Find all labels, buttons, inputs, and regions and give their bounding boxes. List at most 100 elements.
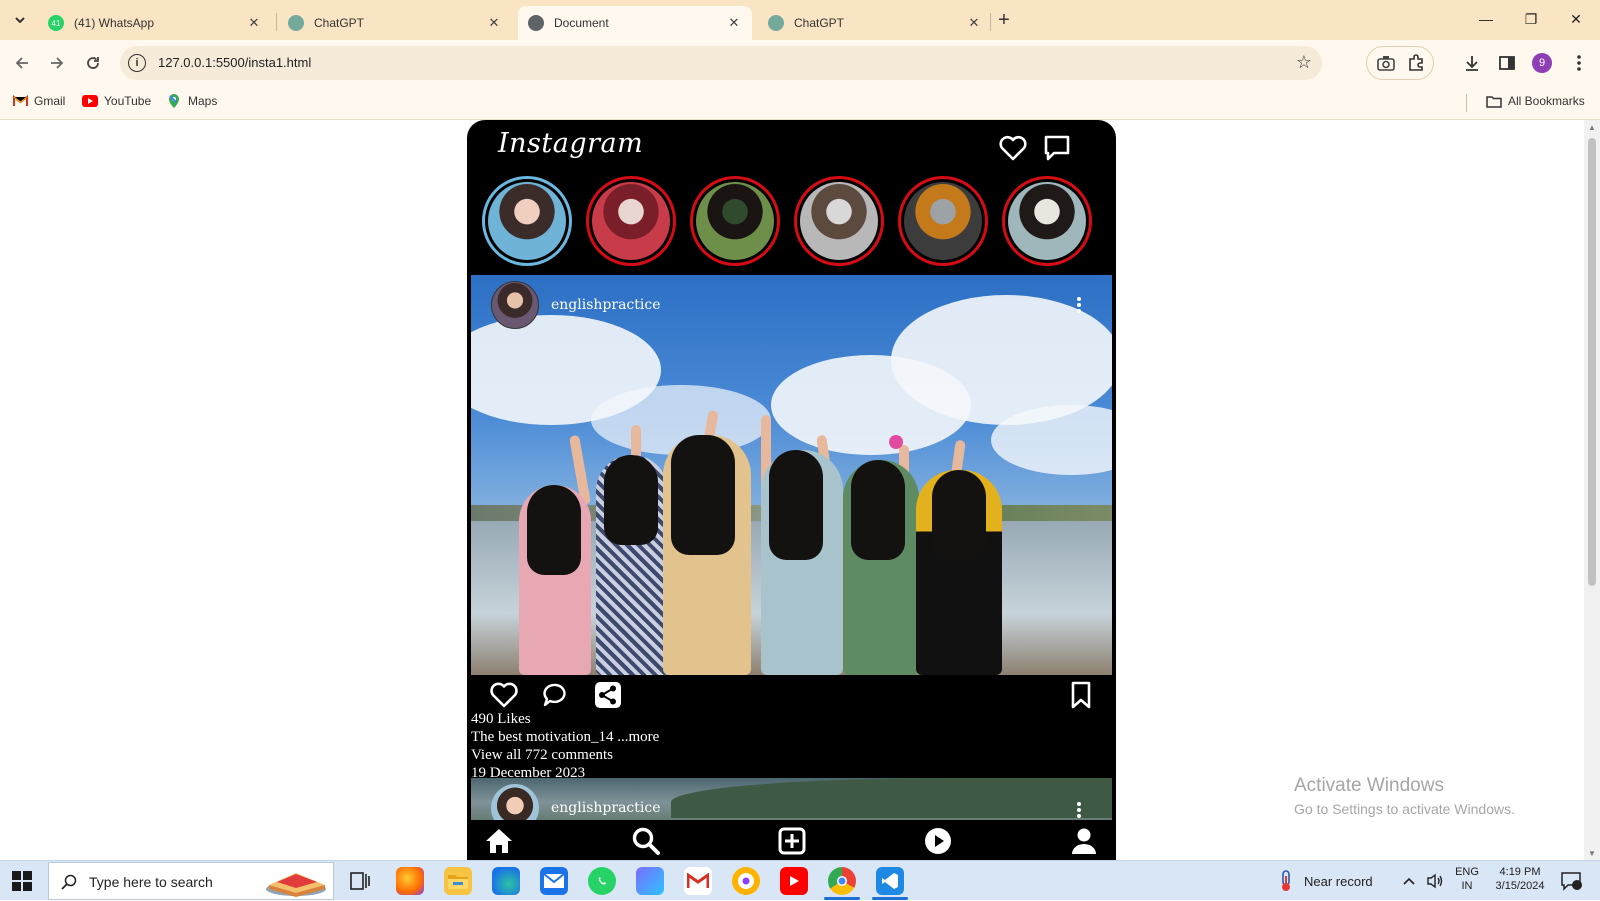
firefox-icon[interactable] — [396, 867, 424, 895]
bookmark-maps[interactable]: Maps — [166, 94, 217, 108]
share-icon[interactable] — [593, 680, 623, 710]
downloads-icon[interactable] — [1461, 52, 1483, 74]
minimize-button[interactable]: — — [1472, 8, 1500, 30]
bookmark-star-icon[interactable]: ☆ — [1296, 52, 1312, 73]
tab-title: (41) WhatsApp — [74, 16, 155, 30]
camera-icon[interactable] — [1375, 52, 1397, 74]
globe-icon — [528, 15, 544, 31]
hair — [851, 460, 905, 560]
story-image — [592, 182, 670, 260]
ig-logo: Instagram — [498, 128, 644, 159]
scroll-down-arrow[interactable]: ▼ — [1587, 848, 1597, 858]
close-window-button[interactable]: ✕ — [1562, 8, 1590, 30]
tab-document[interactable]: Document ✕ — [518, 6, 752, 40]
home-icon[interactable] — [484, 826, 514, 856]
clock[interactable]: 4:19 PM 3/15/2024 — [1488, 866, 1552, 892]
comment-icon[interactable] — [541, 680, 571, 710]
tab-chatgpt-2[interactable]: ChatGPT ✕ — [758, 6, 992, 40]
file-explorer-icon[interactable] — [444, 867, 472, 895]
post-caption[interactable]: The best motivation_14 ...more — [471, 728, 1112, 746]
story-avatar[interactable] — [1002, 176, 1092, 266]
side-panel-icon[interactable] — [1496, 52, 1518, 74]
vscode-icon[interactable] — [876, 867, 904, 895]
tab-whatsapp[interactable]: 41 (41) WhatsApp ✕ — [38, 6, 272, 40]
hair — [769, 450, 823, 560]
weather-widget[interactable]: Near record — [1276, 861, 1373, 901]
reload-button[interactable] — [81, 51, 105, 75]
likes-count[interactable]: 490 Likes — [471, 710, 1112, 728]
create-post-icon[interactable] — [777, 826, 807, 856]
copilot-icon[interactable] — [636, 867, 664, 895]
site-info-icon[interactable]: i — [128, 54, 146, 72]
kebab-menu-icon[interactable] — [1568, 52, 1590, 74]
hair — [527, 485, 581, 575]
edge-icon[interactable] — [492, 867, 520, 895]
post-avatar[interactable] — [491, 281, 539, 329]
new-tab-button[interactable]: + — [992, 9, 1016, 31]
close-tab-icon[interactable]: ✕ — [486, 15, 502, 31]
search-icon[interactable] — [631, 826, 661, 856]
page-viewport: Instagram englishpractice 490 Likes The … — [0, 120, 1600, 860]
profile-avatar[interactable]: 9 — [1532, 53, 1552, 73]
post-image[interactable]: englishpractice — [471, 275, 1112, 675]
language-code: ENG — [1455, 866, 1479, 878]
volume-icon[interactable] — [1426, 861, 1444, 901]
close-tab-icon[interactable]: ✕ — [726, 15, 742, 31]
notifications-button[interactable] — [1560, 861, 1582, 901]
back-button[interactable] — [10, 51, 34, 75]
bookmark-gmail[interactable]: Gmail — [12, 94, 65, 108]
url-text[interactable]: 127.0.0.1:5500/insta1.html — [158, 55, 311, 70]
post-username[interactable]: englishpractice — [551, 800, 661, 816]
story-image — [696, 182, 774, 260]
story-avatar[interactable] — [482, 176, 572, 266]
vertical-scrollbar[interactable]: ▲ ▼ — [1584, 120, 1600, 860]
language-indicator[interactable]: ENG IN — [1452, 866, 1482, 892]
bookmark-icon[interactable] — [1066, 680, 1096, 710]
post-username[interactable]: englishpractice — [551, 297, 661, 313]
task-view-icon[interactable] — [348, 867, 372, 895]
story-avatar[interactable] — [586, 176, 676, 266]
windows-start-icon[interactable] — [12, 871, 32, 891]
more-options-icon[interactable] — [1074, 295, 1084, 315]
tab-title: ChatGPT — [794, 16, 845, 30]
girl-yellow-dress — [663, 435, 751, 675]
reels-play-icon[interactable] — [923, 826, 953, 856]
forward-button[interactable] — [45, 51, 69, 75]
address-bar[interactable]: i 127.0.0.1:5500/insta1.html ☆ — [120, 46, 1322, 80]
chrome-icon[interactable] — [828, 867, 856, 895]
close-tab-icon[interactable]: ✕ — [966, 15, 982, 31]
story-avatar[interactable] — [690, 176, 780, 266]
more-options-icon[interactable] — [1074, 800, 1084, 820]
bookmark-youtube[interactable]: YouTube — [82, 94, 151, 108]
close-tab-icon[interactable]: ✕ — [246, 15, 262, 31]
story-avatar[interactable] — [794, 176, 884, 266]
taskbar-search[interactable]: Type here to search — [48, 862, 334, 900]
opera-icon[interactable] — [732, 867, 760, 895]
messages-icon[interactable] — [1041, 132, 1073, 164]
view-comments-link[interactable]: View all 772 comments — [471, 746, 1112, 764]
extensions-puzzle-icon[interactable] — [1405, 52, 1427, 74]
gmail-icon[interactable] — [684, 867, 712, 895]
tab-chatgpt-1[interactable]: ChatGPT ✕ — [278, 6, 512, 40]
notification-icon — [1561, 872, 1582, 891]
restore-button[interactable]: ❐ — [1517, 8, 1545, 30]
all-bookmarks[interactable]: All Bookmarks — [1486, 94, 1585, 108]
profile-icon[interactable] — [1069, 826, 1099, 856]
like-icon[interactable] — [489, 680, 519, 710]
thermometer-icon — [1282, 870, 1290, 891]
scroll-up-arrow[interactable]: ▲ — [1587, 122, 1597, 132]
scroll-thumb[interactable] — [1588, 138, 1596, 586]
browser-toolbar: i 127.0.0.1:5500/insta1.html ☆ 9 — [0, 40, 1600, 86]
whatsapp-icon[interactable] — [588, 867, 616, 895]
chatgpt-icon — [288, 15, 304, 31]
youtube-icon[interactable] — [780, 867, 808, 895]
bookmark-separator — [1466, 94, 1467, 112]
heart-icon[interactable] — [997, 132, 1029, 164]
story-avatar[interactable] — [898, 176, 988, 266]
bookmark-label: All Bookmarks — [1508, 94, 1585, 108]
clock-date: 3/15/2024 — [1495, 880, 1545, 892]
tab-search-dropdown[interactable] — [8, 8, 32, 32]
mail-icon[interactable] — [540, 867, 568, 895]
bookmark-label: Maps — [188, 94, 218, 108]
show-hidden-icons[interactable] — [1402, 861, 1416, 901]
